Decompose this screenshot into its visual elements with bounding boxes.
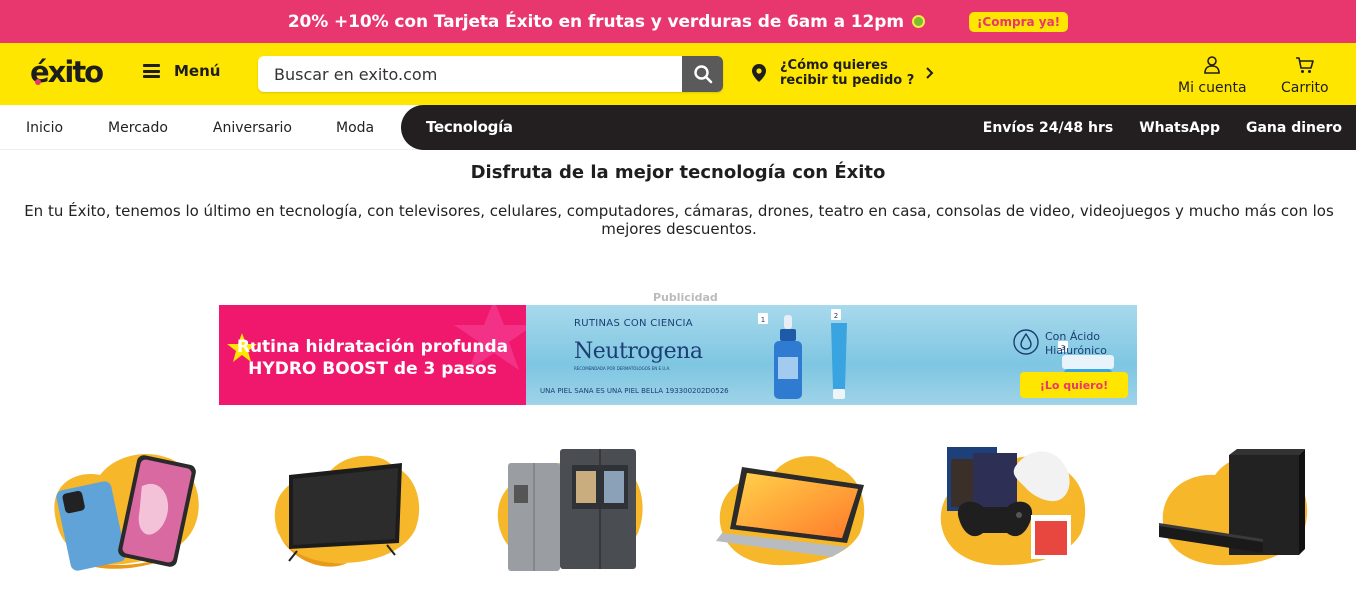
chevron-right-icon	[926, 67, 934, 79]
ad-label: Publicidad	[653, 291, 718, 304]
banner-legal-text: UNA PIEL SANA ES UNA PIEL BELLA 19330020…	[540, 387, 729, 395]
neutrogena-logo: Neutrogena	[574, 339, 703, 364]
logo-dot	[35, 79, 41, 85]
delivery-line-2: recibir tu pedido ?	[780, 73, 915, 88]
delivery-text: ¿Cómo quieres recibir tu pedido ?	[780, 58, 914, 88]
exito-logo[interactable]: éxito	[30, 55, 104, 89]
menu-label: Menú	[174, 62, 221, 80]
delivery-line-1: ¿Cómo quieres	[780, 58, 888, 73]
acido-line-2: Hialurónico	[1045, 344, 1107, 357]
step-1-badge: 1	[761, 316, 765, 324]
search-bar	[258, 56, 723, 92]
serum-bottle-image: 1	[758, 313, 802, 399]
category-smartphones[interactable]	[45, 445, 205, 575]
hyaluronic-text: Con Ácido Hialurónico	[1045, 330, 1107, 358]
category-videogames[interactable]	[933, 445, 1093, 575]
nav-item-mercado[interactable]: Mercado	[108, 120, 168, 136]
category-nav: Inicio Mercado Aniversario Moda Tecnolog…	[0, 105, 1356, 150]
search-icon	[693, 65, 712, 84]
smartphones-icon	[54, 454, 199, 571]
laptop-icon	[716, 456, 865, 566]
acido-line-1: Con Ácido	[1045, 330, 1101, 343]
promo-buy-button[interactable]: ¡Compra ya!	[968, 11, 1069, 32]
nav-item-moda[interactable]: Moda	[336, 120, 374, 136]
soundbar-icon	[1159, 449, 1308, 566]
category-soundbars[interactable]	[1155, 445, 1315, 575]
gel-tube-image: 2	[831, 309, 847, 399]
nav-item-gana-dinero[interactable]: Gana dinero	[1246, 120, 1342, 136]
brand-subtitle: RECOMENDADA POR DERMATÓLOGOS EN E.U.A.	[574, 366, 671, 371]
category-laptops[interactable]	[712, 445, 872, 575]
nav-item-inicio[interactable]: Inicio	[26, 120, 63, 136]
nav-item-whatsapp[interactable]: WhatsApp	[1139, 120, 1220, 136]
nav-item-envios[interactable]: Envíos 24/48 hrs	[983, 120, 1113, 136]
search-button[interactable]	[682, 56, 723, 92]
banner-rutinas-text: RUTINAS CON CIENCIA	[574, 318, 693, 329]
category-carousel	[0, 445, 1356, 585]
cart-label: Carrito	[1281, 80, 1329, 96]
user-icon	[1204, 56, 1221, 74]
promo-text: 20% +10% con Tarjeta Éxito en frutas y v…	[287, 11, 904, 32]
avocado-icon	[911, 15, 925, 28]
banner-right-panel: RUTINAS CON CIENCIA Neutrogena RECOMENDA…	[526, 305, 1137, 405]
neutrogena-ad-banner[interactable]: Rutina hidratación profunda HYDRO BOOST …	[219, 305, 1137, 405]
category-televisions[interactable]	[267, 445, 427, 575]
banner-headline-1: Rutina hidratación profunda	[236, 337, 509, 357]
banner-left-panel: Rutina hidratación profunda HYDRO BOOST …	[219, 305, 534, 405]
banner-headline-2: HYDRO BOOST de 3 pasos	[248, 359, 497, 379]
menu-button[interactable]: Menú	[143, 62, 220, 80]
videogames-icon	[940, 447, 1086, 566]
header: éxito Menú ¿Cómo quieres recibir tu pedi…	[0, 43, 1356, 105]
location-pin-icon	[752, 64, 766, 82]
lo-quiero-button[interactable]: ¡Lo quiero!	[1020, 372, 1128, 398]
nav-item-aniversario[interactable]: Aniversario	[213, 120, 292, 136]
promo-bar: 20% +10% con Tarjeta Éxito en frutas y v…	[0, 0, 1356, 43]
nav-right: Envíos 24/48 hrs WhatsApp Gana dinero	[983, 105, 1342, 150]
page-title: Disfruta de la mejor tecnología con Éxit…	[470, 162, 886, 183]
hamburger-icon	[143, 64, 160, 78]
category-refrigerators[interactable]	[490, 445, 650, 575]
cart-icon	[1295, 57, 1314, 73]
hyaluronic-drop-icon	[1013, 329, 1039, 355]
delivery-selector[interactable]: ¿Cómo quieres recibir tu pedido ?	[752, 58, 934, 88]
television-icon	[274, 455, 420, 567]
nav-left: Inicio Mercado Aniversario Moda	[26, 105, 374, 150]
refrigerator-icon	[497, 449, 643, 571]
cart-button[interactable]: Carrito	[1281, 56, 1329, 96]
step-2-badge: 2	[834, 312, 838, 320]
nav-dark-section: Tecnología Envíos 24/48 hrs WhatsApp Gan…	[401, 105, 1356, 150]
account-label: Mi cuenta	[1178, 80, 1247, 96]
search-input[interactable]	[258, 56, 682, 92]
nav-item-tecnologia[interactable]: Tecnología	[426, 118, 513, 136]
account-button[interactable]: Mi cuenta	[1178, 56, 1247, 96]
page-description: En tu Éxito, tenemos lo último en tecnol…	[24, 202, 1334, 238]
